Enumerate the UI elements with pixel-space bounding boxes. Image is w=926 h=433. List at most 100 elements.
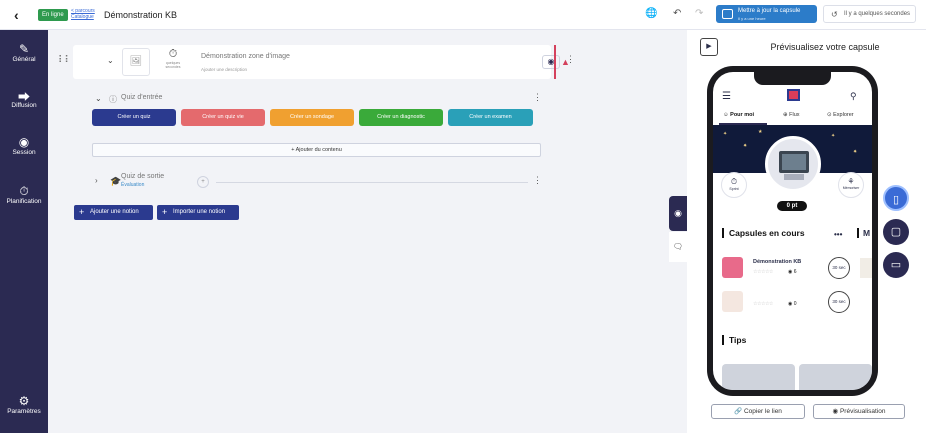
capsule-thumbnail[interactable]: [860, 258, 872, 278]
views-value: 6: [793, 269, 797, 275]
editor-area: ⠇⠇ ⌄ 🖼 ⏱ quelques secondes Démonstration…: [48, 30, 686, 433]
tab-flux[interactable]: ⊕ Flux: [783, 112, 800, 118]
points-badge: 0 pt: [777, 201, 807, 211]
tab-label: Explorer: [833, 112, 854, 118]
sidebar-item-label: Planification: [6, 198, 42, 205]
sidebar-item-planification[interactable]: ⏱ Planification: [0, 184, 48, 205]
translate-icon[interactable]: 🌐: [645, 8, 657, 19]
phone-frame: ☰ ⚲ ☺ Pour moi ⊕ Flux ⊙ Explorer ✦ ✷ ✦ ✷…: [707, 66, 878, 396]
target-icon: ◉: [18, 135, 30, 149]
phone-icon: ▯: [892, 194, 900, 206]
laptop-icon: ▭: [890, 259, 902, 271]
divider: [216, 182, 528, 183]
desktop-device-button[interactable]: ▭: [883, 252, 909, 278]
create-survey-button[interactable]: Créer un sondage: [270, 109, 354, 126]
timer[interactable]: ⏱ quelques secondes: [159, 48, 187, 69]
more-options-icon[interactable]: •••: [834, 230, 842, 239]
warning-icon: ▲: [561, 57, 570, 67]
tab-explorer[interactable]: ⊙ Explorer: [827, 112, 854, 118]
link-icon: 🔗: [734, 408, 743, 415]
create-diagnostic-button[interactable]: Créer un diagnostic: [359, 109, 443, 126]
undo-icon[interactable]: ↶: [673, 8, 681, 19]
sidebar-item-session[interactable]: ◉ Session: [0, 135, 48, 156]
create-live-quiz-button[interactable]: Créer un quiz vie: [181, 109, 265, 126]
tip-card[interactable]: [722, 364, 795, 390]
sidebar-item-label: Diffusion: [11, 102, 37, 109]
phone-device-button[interactable]: ▯: [883, 185, 909, 211]
quiz-entry-title: Quiz d'entrée: [121, 94, 163, 101]
preview-button[interactable]: ◉ Prévisualisation: [813, 404, 905, 419]
create-exam-button[interactable]: Créer un examen: [448, 109, 533, 126]
zone-title[interactable]: Démonstration zone d'image: [201, 53, 290, 60]
warning-bar: [554, 45, 556, 79]
quiz-exit-subtitle[interactable]: Évaluation: [121, 182, 144, 188]
computer-base: [784, 174, 804, 180]
add-quiz-icon[interactable]: +: [197, 176, 209, 188]
phone-screen: ☰ ⚲ ☺ Pour moi ⊕ Flux ⊙ Explorer ✦ ✷ ✦ ✷…: [713, 72, 872, 390]
brain-icon: ⚘: [847, 177, 855, 186]
image-placeholder-icon[interactable]: 🖼: [122, 48, 150, 76]
collapse-icon: ▶: [706, 43, 712, 50]
sidebar-item-settings[interactable]: ⚙ Paramètres: [0, 394, 48, 415]
phone-notch: [754, 72, 831, 85]
search-icon[interactable]: ⚲: [850, 91, 857, 102]
chevron-right-icon[interactable]: ›: [95, 176, 98, 185]
chat-tab[interactable]: 🗨: [669, 232, 687, 262]
add-content-label: Ajouter du contenu: [295, 147, 342, 153]
preview-title: Prévisualisez votre capsule: [770, 42, 880, 52]
more-options-icon[interactable]: ⋮: [533, 176, 542, 185]
update-capsule-button[interactable]: Mettre à jour la capsule Il y a une heur…: [716, 5, 817, 23]
breadcrumb-link-catalogue[interactable]: Catalogue: [71, 14, 95, 20]
tip-card[interactable]: [799, 364, 872, 390]
capsule-thumbnail[interactable]: [722, 291, 743, 312]
plus-icon: +: [162, 207, 168, 217]
capsule-name[interactable]: Démonstration KB: [753, 259, 801, 265]
tablet-icon: ▢: [890, 226, 902, 238]
preview-button-label: Prévisualisation: [839, 408, 886, 415]
image-zone-card[interactable]: ⌄ 🖼 ⏱ quelques secondes Démonstration zo…: [73, 45, 575, 79]
visibility-button[interactable]: ◉: [542, 55, 560, 69]
menu-icon[interactable]: ☰: [722, 91, 731, 102]
back-chevron-icon[interactable]: ‹: [14, 7, 19, 23]
create-quiz-button[interactable]: Créer un quiz: [92, 109, 176, 126]
saved-status-button[interactable]: ↺ Il y a quelques secondes: [823, 5, 916, 23]
update-label: Mettre à jour la capsule: [738, 8, 801, 14]
stopwatch-icon: ⏱: [168, 48, 178, 60]
drag-handle-icon[interactable]: ⠇⠇: [58, 55, 72, 66]
add-notion-button[interactable]: + Ajouter une notion: [74, 205, 153, 220]
breadcrumb[interactable]: < parcours Catalogue: [71, 8, 95, 20]
zone-description[interactable]: Ajouter une description: [201, 67, 247, 72]
import-notion-button[interactable]: + Importer une notion: [157, 205, 239, 220]
copy-link-button[interactable]: 🔗 Copier le lien: [711, 404, 805, 419]
memorize-button[interactable]: ⚘ Mémoriser: [838, 172, 864, 198]
share-icon: ⮕: [17, 90, 30, 104]
eye-icon: ◉: [832, 408, 839, 415]
capsules-title: Capsules en cours: [722, 228, 805, 238]
star-decoration: ✦: [723, 131, 728, 137]
sprint-button[interactable]: ⏱ Sprint: [721, 172, 747, 198]
tab-label: Pour moi: [730, 112, 754, 118]
sidebar-item-diffusion[interactable]: ⮕ Diffusion: [0, 88, 48, 109]
star-decoration: ✷: [743, 143, 748, 149]
more-options-icon[interactable]: ⋮: [533, 93, 542, 102]
redo-icon[interactable]: ↷: [695, 8, 703, 19]
avatar[interactable]: [765, 136, 821, 192]
tablet-device-button[interactable]: ▢: [883, 219, 909, 245]
sidebar-item-general[interactable]: ✎ Général: [0, 42, 48, 63]
capsule-thumbnail[interactable]: [722, 257, 743, 278]
rating-stars: ☆☆☆☆☆: [753, 269, 773, 275]
top-bar: ‹ En ligne < parcours Catalogue Démonstr…: [0, 0, 926, 30]
next-section-title: M: [857, 228, 870, 238]
collapse-panel-button[interactable]: ▶: [700, 38, 718, 56]
add-notion-label: Ajouter une notion: [90, 209, 139, 215]
publish-icon: [722, 9, 733, 19]
chevron-down-icon[interactable]: ⌄: [107, 56, 114, 65]
graduation-cap-icon: 🎓: [110, 176, 122, 186]
star-decoration: ✷: [853, 149, 858, 155]
add-content-button[interactable]: + Ajouter du contenu: [92, 143, 541, 157]
tab-pour-moi[interactable]: ☺ Pour moi: [723, 112, 754, 118]
tab-label: Flux: [789, 112, 800, 118]
duration-badge: 30 sec: [828, 291, 850, 313]
chevron-down-icon[interactable]: ⌄: [95, 94, 102, 103]
preview-toggle-tab[interactable]: ◉: [669, 196, 687, 231]
